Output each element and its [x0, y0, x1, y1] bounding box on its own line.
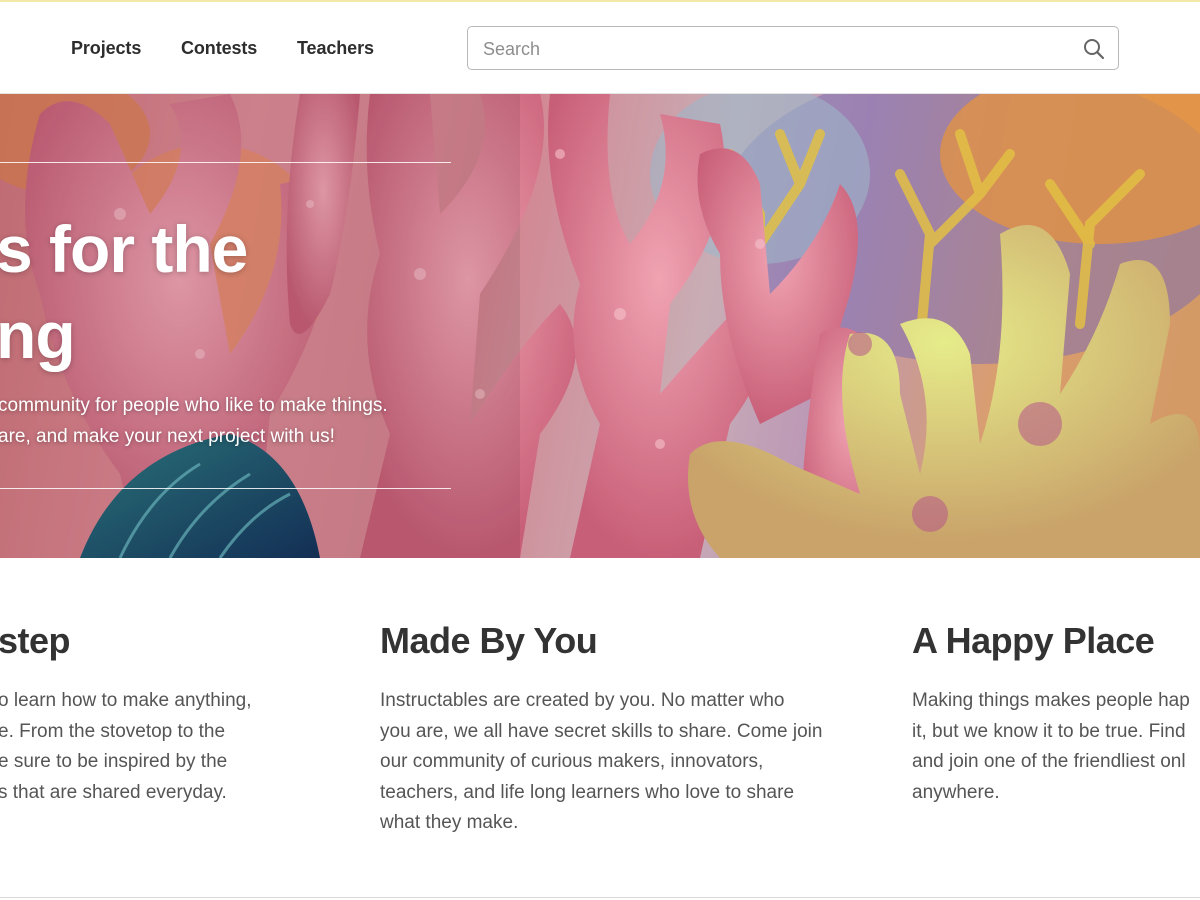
- feature-title: A Happy Place: [912, 620, 1155, 661]
- feature-step: step o learn how to make anything, e. Fr…: [0, 618, 328, 808]
- search-input[interactable]: [481, 27, 1075, 71]
- nav-link-teachers[interactable]: Teachers: [297, 38, 374, 59]
- nav-link-projects[interactable]: Projects: [71, 38, 141, 59]
- feature-happy-place: A Happy Place Making things makes people…: [912, 618, 1200, 808]
- search-icon[interactable]: [1083, 38, 1105, 60]
- hero-title: s for the ng: [0, 206, 596, 378]
- hero-subtitle: community for people who like to make th…: [0, 390, 468, 452]
- hero-title-line-2: ng: [0, 298, 76, 372]
- feature-made-by-you: Made By You Instructables are created by…: [380, 618, 850, 839]
- hero-banner: s for the ng community for people who li…: [0, 94, 1200, 558]
- search-box: [467, 26, 1119, 71]
- feature-title: Made By You: [380, 620, 598, 661]
- hero-divider-bottom: [0, 488, 451, 489]
- nav-link-contests[interactable]: Contests: [181, 38, 257, 59]
- hero-subtitle-line-2: are, and make your next project with us!: [0, 426, 335, 447]
- hero-subtitle-line-1: community for people who like to make th…: [0, 395, 388, 416]
- hero-title-line-1: s for the: [0, 212, 248, 286]
- feature-text: Making things makes people hap it, but w…: [912, 690, 1190, 803]
- feature-text: Instructables are created by you. No mat…: [380, 690, 823, 833]
- feature-text: o learn how to make anything, e. From th…: [0, 690, 252, 803]
- section-divider: [0, 897, 1200, 898]
- hero-divider-top: [0, 162, 451, 163]
- top-navigation-bar: Projects Contests Teachers: [0, 0, 1200, 94]
- feature-title: step: [0, 620, 71, 661]
